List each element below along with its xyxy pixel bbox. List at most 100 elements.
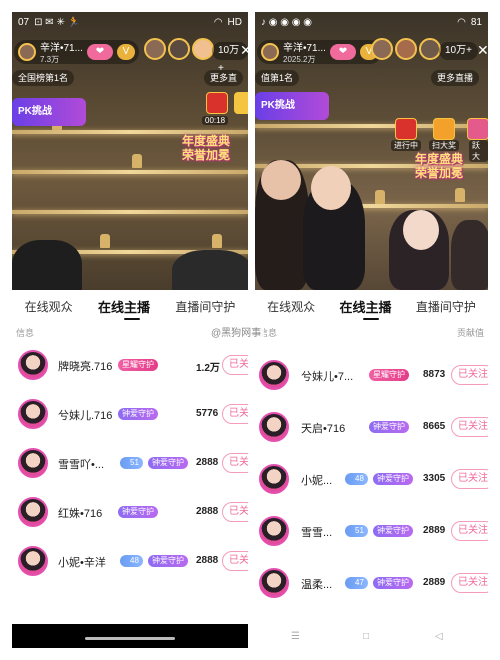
viewer-avatar[interactable] — [419, 38, 441, 60]
back-nav-icon[interactable]: ◁ — [435, 631, 443, 642]
top-viewers[interactable] — [144, 38, 214, 60]
status-bar: 07 ⊡ ✉ ✳ 🏃 ◠ HD — [12, 12, 248, 32]
anchor-name: 辛洋•71... — [40, 43, 83, 54]
tab-room-guard[interactable]: 直播间守护 — [416, 298, 476, 315]
viewer-avatar[interactable] — [371, 38, 393, 60]
system-nav-bar — [12, 624, 248, 648]
follow-heart-icon[interactable]: ❤ — [86, 44, 113, 60]
tab-online-anchors[interactable]: 在线主播 — [98, 297, 150, 316]
right-screenshot: ♪ ◉ ◉ ◉ ◉ ◠ 81 辛洋•71... 2025.2万 ❤ V 10万+… — [255, 12, 488, 648]
more-live-button[interactable]: 更多直 — [204, 70, 244, 86]
menu-nav-icon[interactable]: ☰ — [291, 631, 300, 642]
anchor-name: 兮妹儿.716 — [58, 410, 113, 422]
followed-button[interactable]: 已关注 — [451, 417, 488, 437]
followed-button[interactable]: 已关 — [222, 404, 248, 424]
close-icon[interactable]: ✕ — [477, 42, 488, 59]
contribution-value: 1.2万 — [196, 363, 220, 374]
anchor-avatar — [18, 43, 36, 61]
tab-online-viewers[interactable]: 在线观众 — [267, 298, 315, 315]
anchor-avatar[interactable] — [259, 360, 289, 390]
viewer-avatar[interactable] — [168, 38, 190, 60]
viewer-avatar[interactable] — [192, 38, 214, 60]
close-icon[interactable]: ✕ — [240, 42, 248, 59]
promo-red-icon[interactable] — [395, 118, 417, 140]
list-item[interactable]: 红姝•716 钟爱守护 2888 已关 — [12, 489, 248, 535]
top-viewers[interactable] — [371, 38, 441, 60]
promo-timer: 00:18 — [202, 116, 229, 125]
tab-online-anchors[interactable]: 在线主播 — [339, 297, 391, 316]
anchor-avatar[interactable] — [259, 568, 289, 598]
pk-challenge-banner[interactable]: PK挑战 — [12, 98, 86, 126]
followed-button[interactable]: 已关注 — [451, 365, 488, 385]
list-item[interactable]: 天启•716 钟爱守护 8665 已关注 — [255, 404, 488, 450]
list-item[interactable]: 温柔... 47 钟爱守护 2889 已关注 — [255, 560, 488, 606]
home-indicator[interactable] — [85, 637, 175, 640]
follow-heart-icon[interactable]: ❤ — [329, 44, 356, 60]
anchor-name: 天启•716 — [301, 423, 346, 435]
anchor-avatar[interactable] — [18, 497, 48, 527]
contribution-value: 8873 — [423, 369, 446, 380]
followed-button[interactable]: 已关注 — [451, 469, 488, 489]
anchor-name: 雪雪吖•... — [58, 459, 105, 471]
system-nav-bar: ☰ □ ◁ — [255, 624, 488, 648]
guard-badge: 钟爱守护 — [373, 473, 413, 485]
list-item[interactable]: 小妮•辛洋 48 钟爱守护 2888 已关 — [12, 538, 248, 584]
list-subheader: 信息 贡献值 — [255, 326, 488, 339]
stream-people — [255, 140, 488, 290]
guard-badge: 钟爱守护 — [118, 408, 158, 420]
live-stream-view: ♪ ◉ ◉ ◉ ◉ ◠ 81 辛洋•71... 2025.2万 ❤ V 10万+… — [255, 12, 488, 290]
followed-button[interactable]: 已关 — [222, 453, 248, 473]
app-icons: ♪ ◉ ◉ ◉ ◉ — [261, 16, 313, 28]
pk-challenge-banner[interactable]: PK挑战 — [255, 92, 329, 120]
viewer-avatar[interactable] — [144, 38, 166, 60]
promo-prize-icon[interactable] — [433, 118, 455, 140]
anchor-avatar[interactable] — [259, 464, 289, 494]
anchor-name: 兮妹儿•7... — [301, 371, 354, 383]
promo-red-icon[interactable] — [206, 92, 228, 114]
tab-online-viewers[interactable]: 在线观众 — [25, 298, 73, 315]
active-tab-indicator — [363, 318, 379, 320]
vip-badge-icon[interactable]: V — [116, 44, 135, 60]
list-item[interactable]: 雪雪吖•... 51 钟爱守护 2888 已关 — [12, 440, 248, 486]
anchor-avatar[interactable] — [18, 448, 48, 478]
anchor-avatar[interactable] — [259, 516, 289, 546]
followed-button[interactable]: 已关 — [222, 551, 248, 571]
contribution-value: 3305 — [423, 473, 446, 484]
more-live-button[interactable]: 更多直播 — [431, 70, 480, 86]
anchor-avatar[interactable] — [18, 399, 48, 429]
promo-third-icon[interactable] — [467, 118, 488, 140]
viewer-count[interactable]: 10万+ — [439, 42, 478, 60]
viewer-avatar[interactable] — [395, 38, 417, 60]
anchor-avatar — [261, 43, 279, 61]
list-item[interactable]: 牌晓亮.716 星耀守护 1.2万 已关 — [12, 342, 248, 388]
rank-label[interactable]: 值第1名 — [255, 70, 300, 86]
guard-badge: 星耀守护 — [369, 369, 409, 381]
guard-badge: 星耀守护 — [118, 359, 158, 371]
anchor-avatar[interactable] — [259, 412, 289, 442]
anchor-name: 牌晓亮.716 — [58, 361, 113, 373]
anchor-info[interactable]: 辛洋•71... 2025.2万 ❤ V — [257, 40, 382, 64]
contribution-value: 5776 — [196, 408, 219, 419]
tab-room-guard[interactable]: 直播间守护 — [175, 298, 235, 315]
contribution-value: 2888 — [196, 506, 219, 517]
list-item[interactable]: 兮妹儿•7... 星耀守护 8873 已关注 — [255, 352, 488, 398]
promo-gold-icon[interactable] — [234, 92, 248, 114]
status-bar: ♪ ◉ ◉ ◉ ◉ ◠ 81 — [255, 12, 488, 32]
followed-button[interactable]: 已关注 — [451, 573, 488, 593]
anchor-info[interactable]: 辛洋•71... 7.3万 ❤ V — [14, 40, 139, 64]
guard-badge: 钟爱守护 — [369, 421, 409, 433]
list-item[interactable]: 兮妹儿.716 钟爱守护 5776 已关 — [12, 391, 248, 437]
followed-button[interactable]: 已关 — [222, 502, 248, 522]
stream-people — [12, 140, 248, 290]
followed-button[interactable]: 已关 — [222, 355, 248, 375]
rank-label[interactable]: 全国榜第1名 — [12, 70, 75, 86]
contribution-value: 8665 — [423, 421, 446, 432]
anchor-avatar[interactable] — [18, 350, 48, 380]
list-item[interactable]: 雪雪... 51 钟爱守护 2889 已关注 — [255, 508, 488, 554]
anchor-avatar[interactable] — [18, 546, 48, 576]
guard-badge: 钟爱守护 — [148, 555, 188, 567]
home-nav-icon[interactable]: □ — [363, 631, 369, 642]
list-item[interactable]: 小妮... 48 钟爱守护 3305 已关注 — [255, 456, 488, 502]
followed-button[interactable]: 已关注 — [451, 521, 488, 541]
signal-label: HD — [227, 16, 242, 28]
